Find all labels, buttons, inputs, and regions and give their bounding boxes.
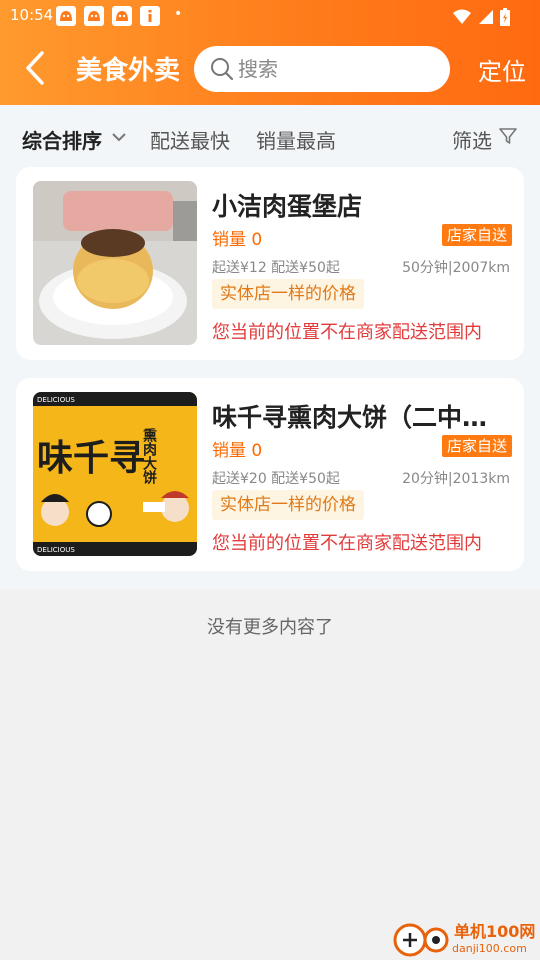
tab-comprehensive-sort[interactable]: 综合排序 <box>22 125 102 154</box>
delivery-fee: 起送¥12 配送¥50起 <box>212 260 340 276</box>
banner-strip-top: DELICIOUS <box>37 396 75 404</box>
tab-fastest-delivery[interactable]: 配送最快 <box>150 125 230 154</box>
watermark-url: danji100.com <box>452 942 527 955</box>
delivery-time-distance: 50分钟|2007km <box>402 260 510 276</box>
tab-top-sales[interactable]: 销量最高 <box>256 125 336 154</box>
page-title: 美食外卖 <box>76 56 181 86</box>
battery-icon <box>500 7 510 26</box>
signal-icon <box>478 9 493 24</box>
back-button[interactable] <box>18 48 54 88</box>
app-icon <box>84 6 104 26</box>
out-of-range-warning: 您当前的位置不在商家配送范围内 <box>212 322 482 343</box>
banner-brand-text: 味千寻 <box>37 438 145 479</box>
banner-side-text: 熏肉大饼 <box>141 427 157 485</box>
status-time: 10:54 <box>10 6 54 24</box>
sort-filter-bar: 综合排序 配送最快 销量最高 筛选 <box>0 105 540 167</box>
watermark-logo-icon <box>393 923 449 957</box>
chevron-down-icon <box>112 133 126 142</box>
watermark-title: 单机100网 <box>454 922 536 941</box>
self-delivery-badge: 店家自送 <box>442 224 513 246</box>
out-of-range-warning: 您当前的位置不在商家配送范围内 <box>212 533 482 554</box>
shop-name: 味千寻熏肉大饼（二中… <box>212 403 488 432</box>
search-box[interactable] <box>194 46 450 92</box>
self-delivery-badge: 店家自送 <box>442 435 513 457</box>
info-app-icon <box>140 6 160 26</box>
sales-count: 销量 0 <box>212 230 263 250</box>
filter-button[interactable]: 筛选 <box>452 125 492 154</box>
system-icons <box>452 6 510 26</box>
funnel-icon <box>499 128 517 144</box>
shop-thumbnail <box>33 181 197 345</box>
shop-card[interactable]: DELICIOUS DELICIOUS 味千寻 熏肉大饼 味千寻熏肉大饼（二中…… <box>16 378 524 571</box>
wifi-icon <box>452 9 471 24</box>
sales-count: 销量 0 <box>212 441 263 461</box>
search-icon <box>211 58 234 81</box>
app-icon <box>56 6 76 26</box>
status-bar: 10:54 • <box>0 0 540 32</box>
shop-name: 小洁肉蛋堡店 <box>212 192 363 221</box>
shop-card[interactable]: 小洁肉蛋堡店 销量 0 店家自送 起送¥12 配送¥50起 50分钟|2007k… <box>16 167 524 360</box>
search-input[interactable] <box>238 54 438 84</box>
no-more-content-text: 没有更多内容了 <box>207 617 333 638</box>
watermark: 单机100网 danji100.com <box>392 916 540 960</box>
promo-tag: 实体店一样的价格 <box>212 279 364 309</box>
banner-strip-bottom: DELICIOUS <box>37 546 75 554</box>
header-bar: 10:54 • 美食外卖 定位 <box>0 0 540 105</box>
delivery-fee: 起送¥20 配送¥50起 <box>212 471 340 487</box>
shop-thumbnail: DELICIOUS DELICIOUS 味千寻 熏肉大饼 <box>33 392 197 556</box>
shop-list: 小洁肉蛋堡店 销量 0 店家自送 起送¥12 配送¥50起 50分钟|2007k… <box>0 167 540 589</box>
delivery-time-distance: 20分钟|2013km <box>402 471 510 487</box>
locate-button[interactable]: 定位 <box>478 52 526 87</box>
chevron-left-icon <box>26 51 44 85</box>
app-icon <box>112 6 132 26</box>
status-dot: • <box>174 6 183 22</box>
promo-tag: 实体店一样的价格 <box>212 490 364 520</box>
